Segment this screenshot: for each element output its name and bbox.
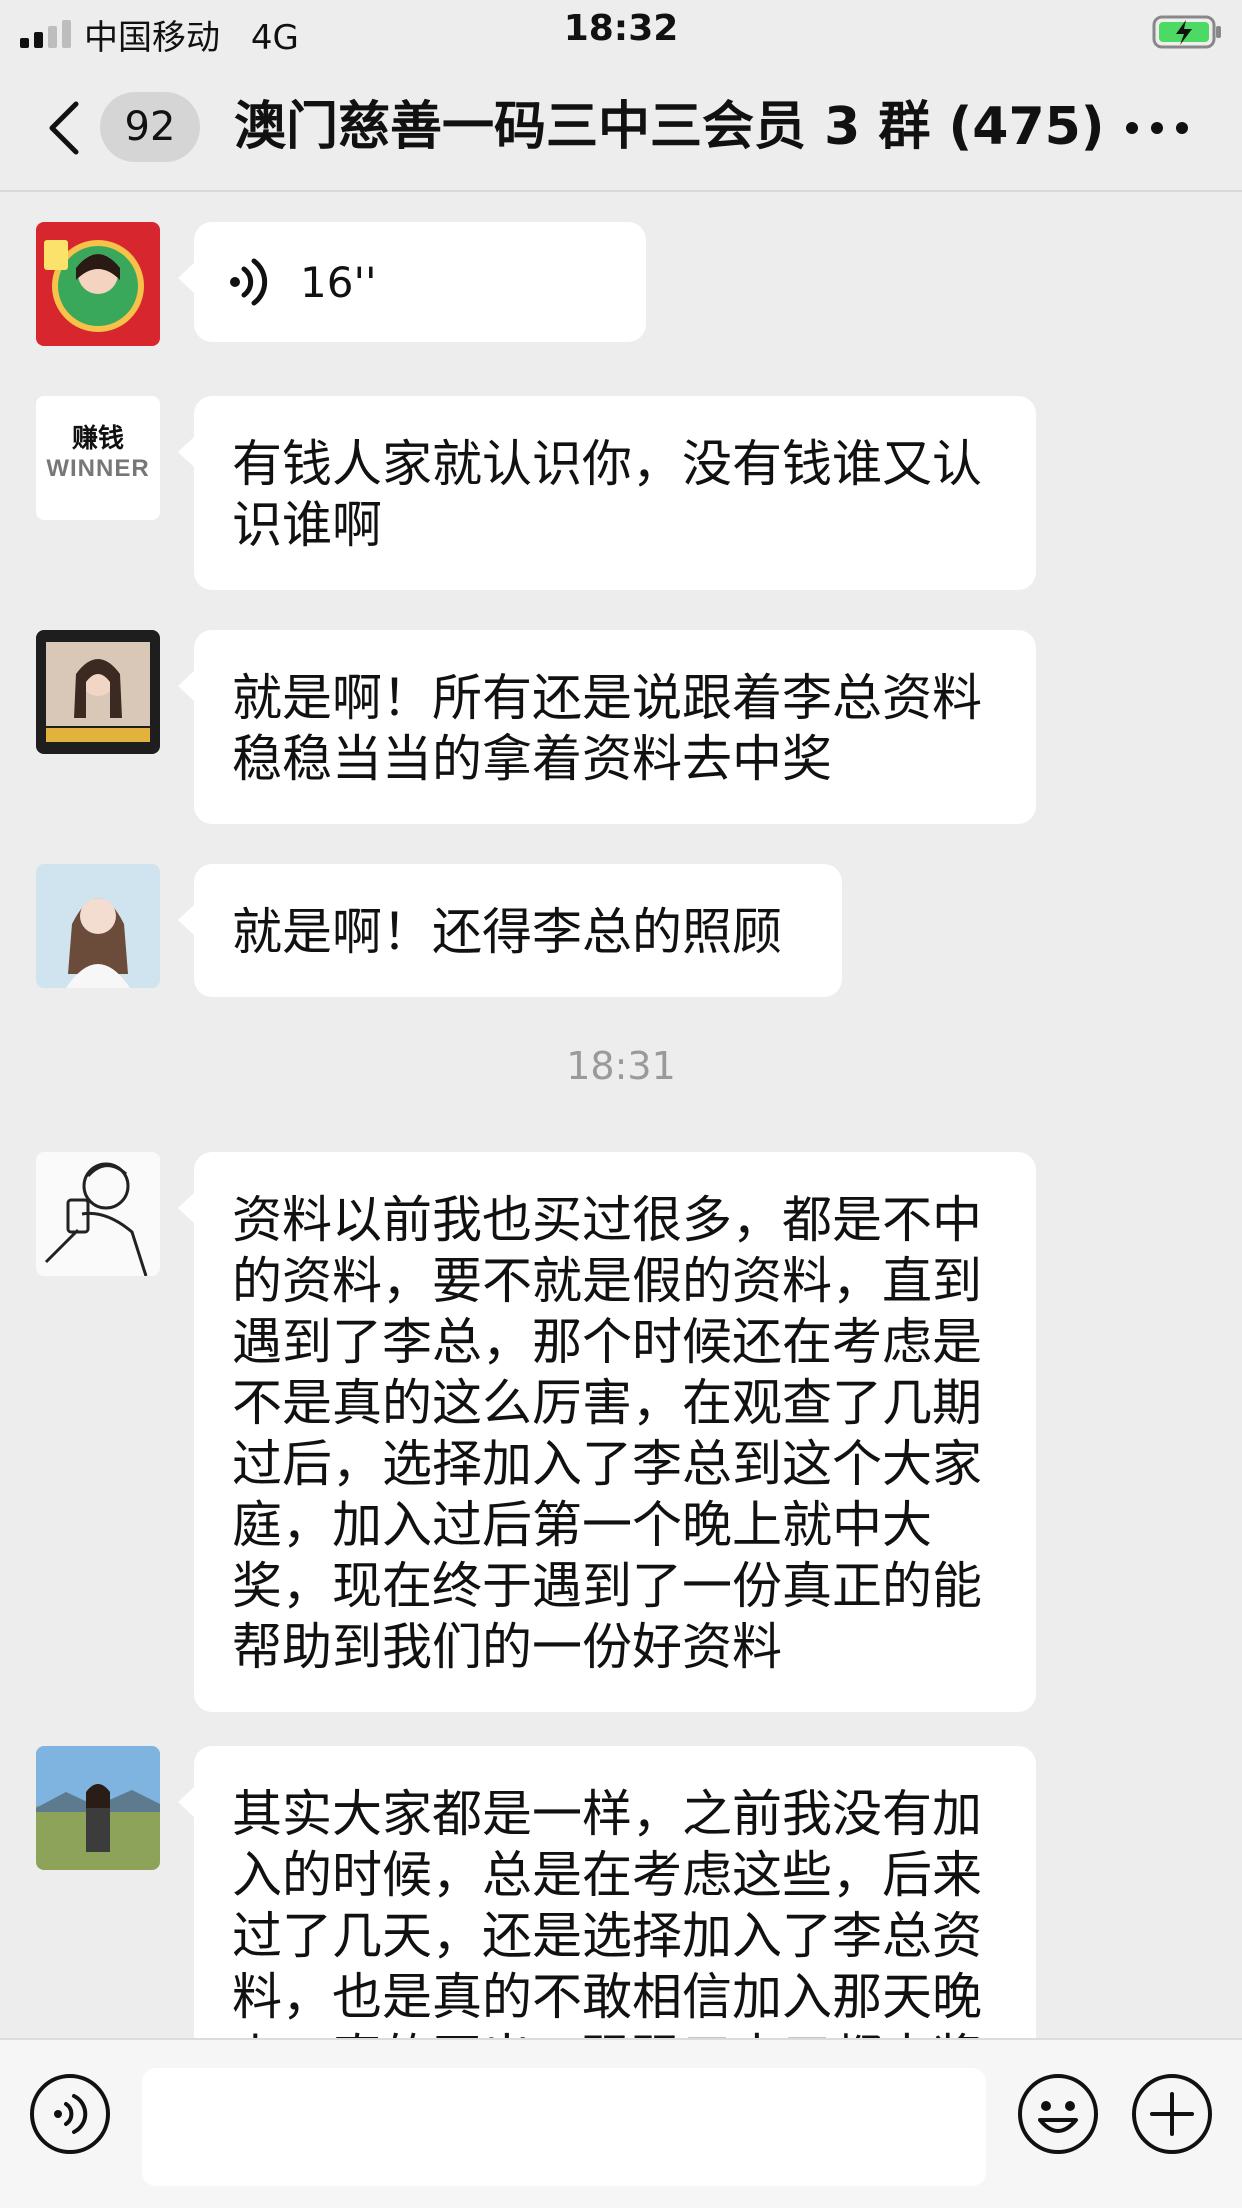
message-input[interactable]	[142, 2068, 986, 2186]
avatar-winner-sub: WINNER	[46, 455, 150, 482]
text-message-bubble[interactable]: 其实大家都是一样，之前我没有加入的时候，总是在考虑这些，后来过了几天，还是选择加…	[178, 1746, 1036, 2038]
avatar-woman-light[interactable]	[36, 864, 160, 988]
voice-input-icon[interactable]	[28, 2072, 112, 2156]
status-time: 18:32	[563, 8, 679, 49]
avatar-winner-title: 赚钱	[71, 423, 124, 453]
input-bar	[0, 2038, 1242, 2208]
avatar-image	[36, 1152, 160, 1276]
voice-duration: 16''	[300, 257, 377, 307]
avatar-image	[36, 1746, 160, 1870]
avatar-image	[36, 630, 160, 754]
text-message-bubble[interactable]: 有钱人家就认识你，没有钱谁又认识谁啊	[178, 396, 1036, 590]
voice-wave-icon	[230, 258, 268, 306]
chat-title: 澳门慈善一码三中三会员 3 群 (475)	[234, 97, 1105, 157]
avatar-sketch[interactable]	[36, 1152, 160, 1276]
avatar-winner[interactable]: 赚钱 WINNER	[36, 396, 160, 520]
message-timestamp: 18:31	[566, 1044, 676, 1088]
text-message-bubble[interactable]: 就是啊！所有还是说跟着李总资料稳稳当当的拿着资料去中奖	[178, 630, 1036, 824]
battery-charging-icon	[1152, 15, 1221, 49]
plus-icon[interactable]	[1130, 2072, 1214, 2156]
text-message-bubble[interactable]: 就是啊！还得李总的照顾	[178, 864, 842, 997]
chevron-left-icon[interactable]	[44, 98, 84, 158]
more-icon[interactable]	[1122, 98, 1192, 158]
unread-badge[interactable]: 92	[100, 92, 200, 162]
avatar-outdoor[interactable]	[36, 1746, 160, 1870]
status-bar: 中国移动 4G 18:32	[0, 0, 1242, 62]
avatar-image	[36, 222, 160, 346]
chat-header: 92 澳门慈善一码三中三会员 3 群 (475)	[0, 62, 1242, 192]
avatar-image	[36, 864, 160, 988]
emoji-icon[interactable]	[1016, 2072, 1100, 2156]
voice-message-bubble[interactable]: 16''	[178, 222, 646, 342]
avatar-red-frame[interactable]	[36, 222, 160, 346]
text-message-bubble[interactable]: 资料以前我也买过很多，都是不中的资料，要不就是假的资料，直到遇到了李总，那个时候…	[178, 1152, 1036, 1712]
avatar-photo-frame[interactable]	[36, 630, 160, 754]
message-list[interactable]: 16'' 赚钱 WINNER 有钱人家就认识你，没有钱谁又认识谁啊 就是啊！所有…	[0, 192, 1242, 2038]
